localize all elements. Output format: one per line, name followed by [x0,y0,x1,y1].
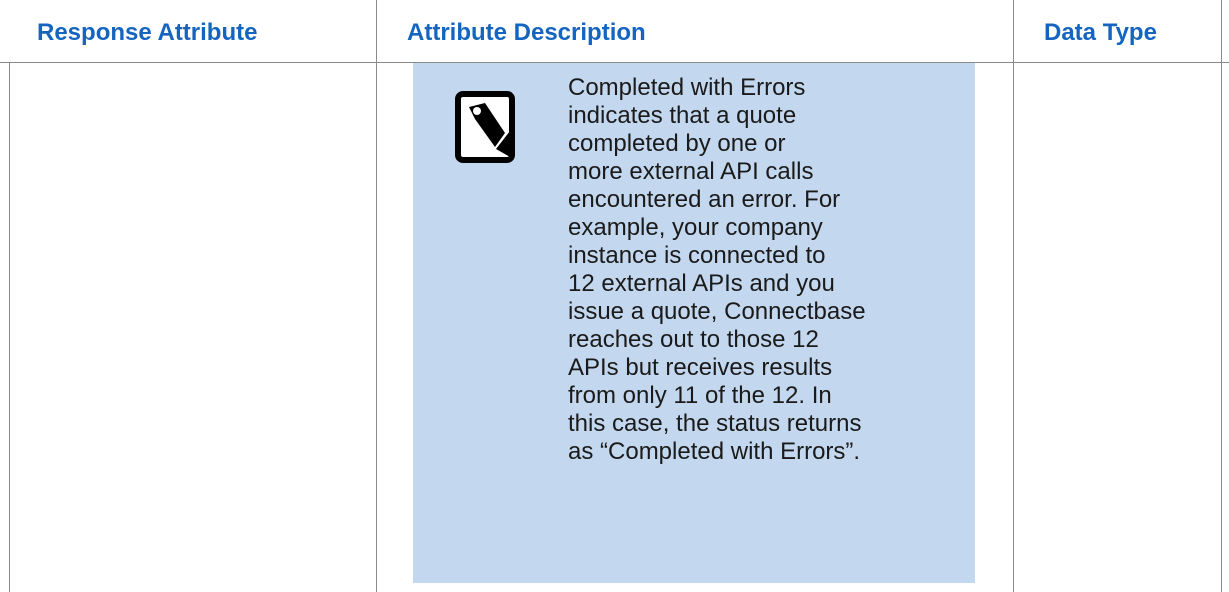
header-response-attribute: Response Attribute [37,19,258,46]
column-divider-left [9,63,10,592]
note-callout: Completed with Errors indicates that a q… [413,63,975,583]
table-header-row: Response Attribute Attribute Description… [0,0,1229,63]
column-divider-1 [376,0,377,592]
note-text: Completed with Errors indicates that a q… [568,74,866,465]
header-data-type: Data Type [1044,19,1157,46]
header-attribute-description: Attribute Description [407,19,646,46]
column-divider-2 [1013,0,1014,592]
column-divider-right [1221,0,1222,592]
note-tag-icon [455,91,519,163]
attribute-table: Response Attribute Attribute Description… [0,0,1229,592]
